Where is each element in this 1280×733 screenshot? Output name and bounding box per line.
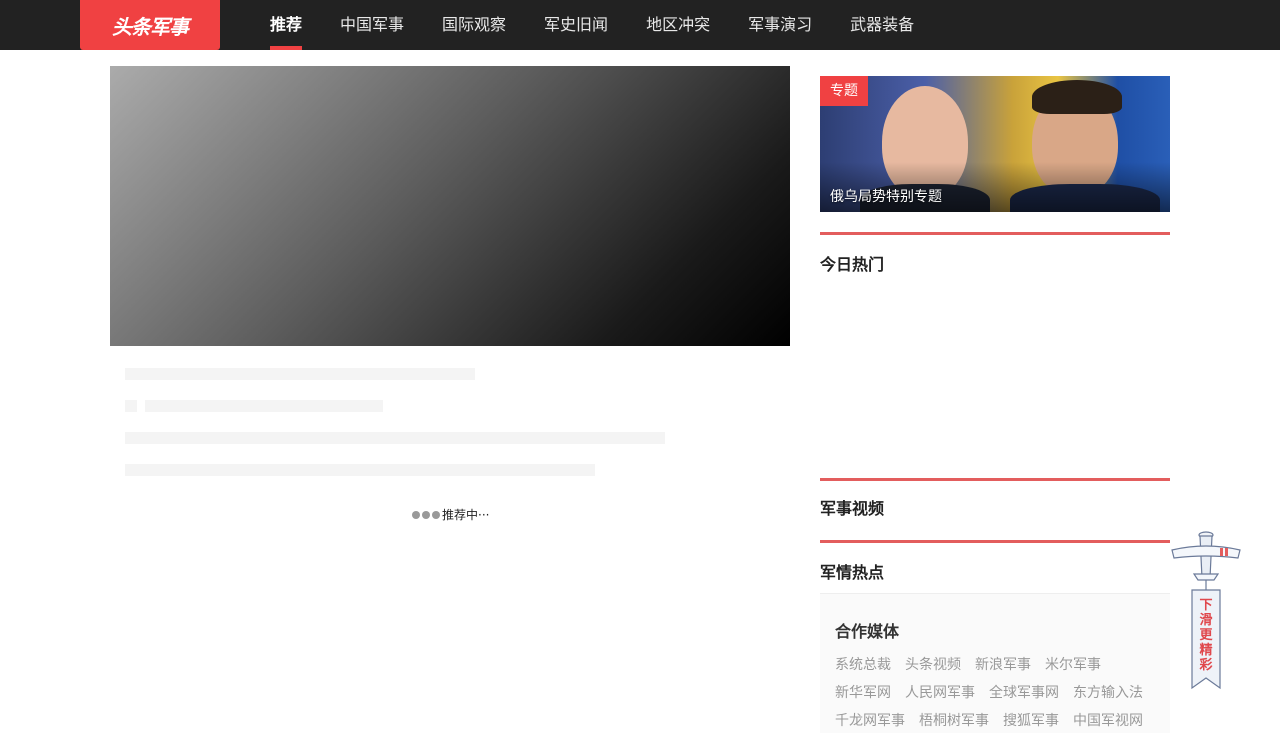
channel-nav: 推荐 中国军事 国际观察 军史旧闻 地区冲突 军事演习 武器装备 — [270, 0, 952, 50]
skeleton-line — [125, 432, 665, 444]
section-title-military-video: 军事视频 — [820, 499, 885, 518]
partner-link[interactable]: 米尔军事 — [1045, 654, 1101, 674]
partner-link[interactable]: 系统总裁 — [835, 654, 891, 674]
partner-row: 系统总裁 头条视频 新浪军事 米尔军事 — [835, 654, 1115, 674]
partner-row: 千龙网军事 梧桐树军事 搜狐军事 中国军视网 — [835, 710, 1157, 730]
site-logo[interactable]: 头条军事 — [80, 0, 220, 50]
skeleton-line — [125, 464, 595, 476]
skeleton-line — [125, 368, 475, 380]
nav-tab-regional-conflict[interactable]: 地区冲突 — [646, 0, 710, 50]
nav-tab-recommend[interactable]: 推荐 — [270, 0, 303, 50]
section-title-hot-today: 今日热门 — [820, 255, 885, 274]
partner-link[interactable]: 新华军网 — [835, 682, 891, 702]
nav-tab-weapons[interactable]: 武器装备 — [850, 0, 914, 50]
partner-link[interactable]: 新浪军事 — [975, 654, 1031, 674]
partner-media-title: 合作媒体 — [835, 622, 900, 641]
loading-dot — [412, 510, 420, 519]
partner-link[interactable]: 全球军事网 — [989, 682, 1059, 702]
nav-tab-international[interactable]: 国际观察 — [442, 0, 506, 50]
top-nav-bar: 头条军事 推荐 中国军事 国际观察 军史旧闻 地区冲突 军事演习 武器装备 — [0, 0, 1280, 50]
scroll-more-widget[interactable]: 下滑更精彩 — [1170, 528, 1242, 693]
topic-title: 俄乌局势特别专题 — [830, 189, 942, 205]
partner-link[interactable]: 中国军视网 — [1073, 710, 1143, 730]
partner-link[interactable]: 东方输入法 — [1073, 682, 1143, 702]
partner-link[interactable]: 头条视频 — [905, 654, 961, 674]
site-logo-text: 头条军事 — [112, 14, 189, 39]
loading-text: 推荐中··· — [442, 508, 490, 522]
topic-tag-badge: 专题 — [820, 76, 868, 106]
loading-dot — [432, 510, 440, 519]
section-divider — [820, 540, 1170, 543]
special-topic-card[interactable]: 专题 俄乌局势特别专题 — [820, 76, 1170, 212]
skeleton-line — [145, 400, 383, 412]
nav-tab-history[interactable]: 军史旧闻 — [544, 0, 608, 50]
skeleton-square — [125, 400, 137, 412]
partner-media-panel: 合作媒体 系统总裁 头条视频 新浪军事 米尔军事 新华军网 人民网军事 全球军事… — [820, 593, 1170, 733]
nav-tab-exercises[interactable]: 军事演习 — [748, 0, 812, 50]
partner-link[interactable]: 千龙网军事 — [835, 710, 905, 730]
section-divider — [820, 478, 1170, 481]
section-divider — [820, 232, 1170, 235]
partner-link[interactable]: 人民网军事 — [905, 682, 975, 702]
hero-image-placeholder[interactable] — [110, 66, 790, 346]
scroll-more-text: 下滑更精彩 — [1199, 598, 1213, 673]
partner-link[interactable]: 梧桐树军事 — [919, 710, 989, 730]
feed-loading-indicator: 推荐中··· — [412, 506, 489, 523]
loading-dot — [422, 510, 430, 519]
partner-row: 新华军网 人民网军事 全球军事网 东方输入法 — [835, 682, 1157, 702]
nav-tab-china-military[interactable]: 中国军事 — [340, 0, 404, 50]
partner-link[interactable]: 搜狐军事 — [1003, 710, 1059, 730]
section-title-military-hot: 军情热点 — [820, 563, 885, 582]
